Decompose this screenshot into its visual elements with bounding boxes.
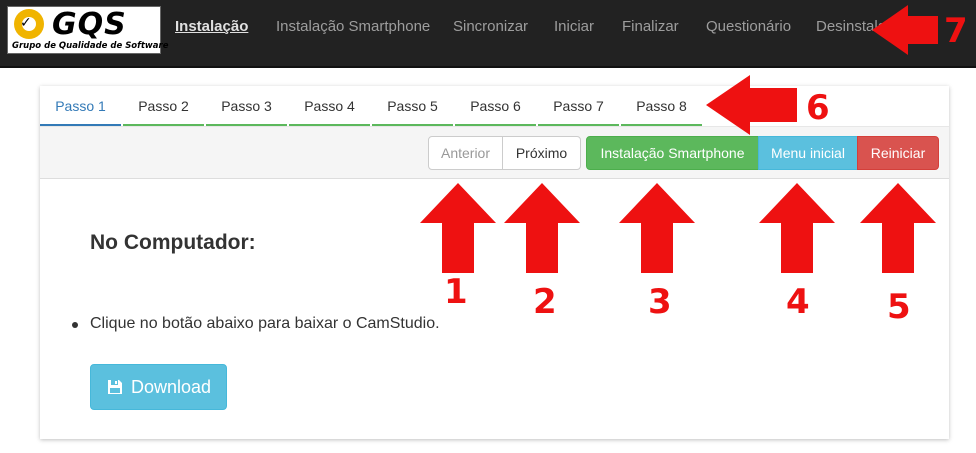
- arrow-up-5: [860, 183, 936, 273]
- annotation-number-7: 7: [944, 11, 968, 51]
- annotation-number-4: 4: [786, 282, 810, 322]
- arrow-up-1: [420, 183, 496, 273]
- arrow-left-7: [872, 5, 938, 55]
- annotation-overlay: [420, 5, 938, 273]
- arrow-left-6: [706, 75, 797, 135]
- annotation-number-2: 2: [533, 282, 557, 322]
- annotation-number-6: 6: [806, 88, 830, 128]
- annotation-number-1: 1: [444, 272, 468, 312]
- arrow-up-3: [619, 183, 695, 273]
- arrow-up-4: [759, 183, 835, 273]
- annotation-number-3: 3: [648, 282, 672, 322]
- arrow-up-2: [504, 183, 580, 273]
- annotation-number-5: 5: [887, 287, 911, 327]
